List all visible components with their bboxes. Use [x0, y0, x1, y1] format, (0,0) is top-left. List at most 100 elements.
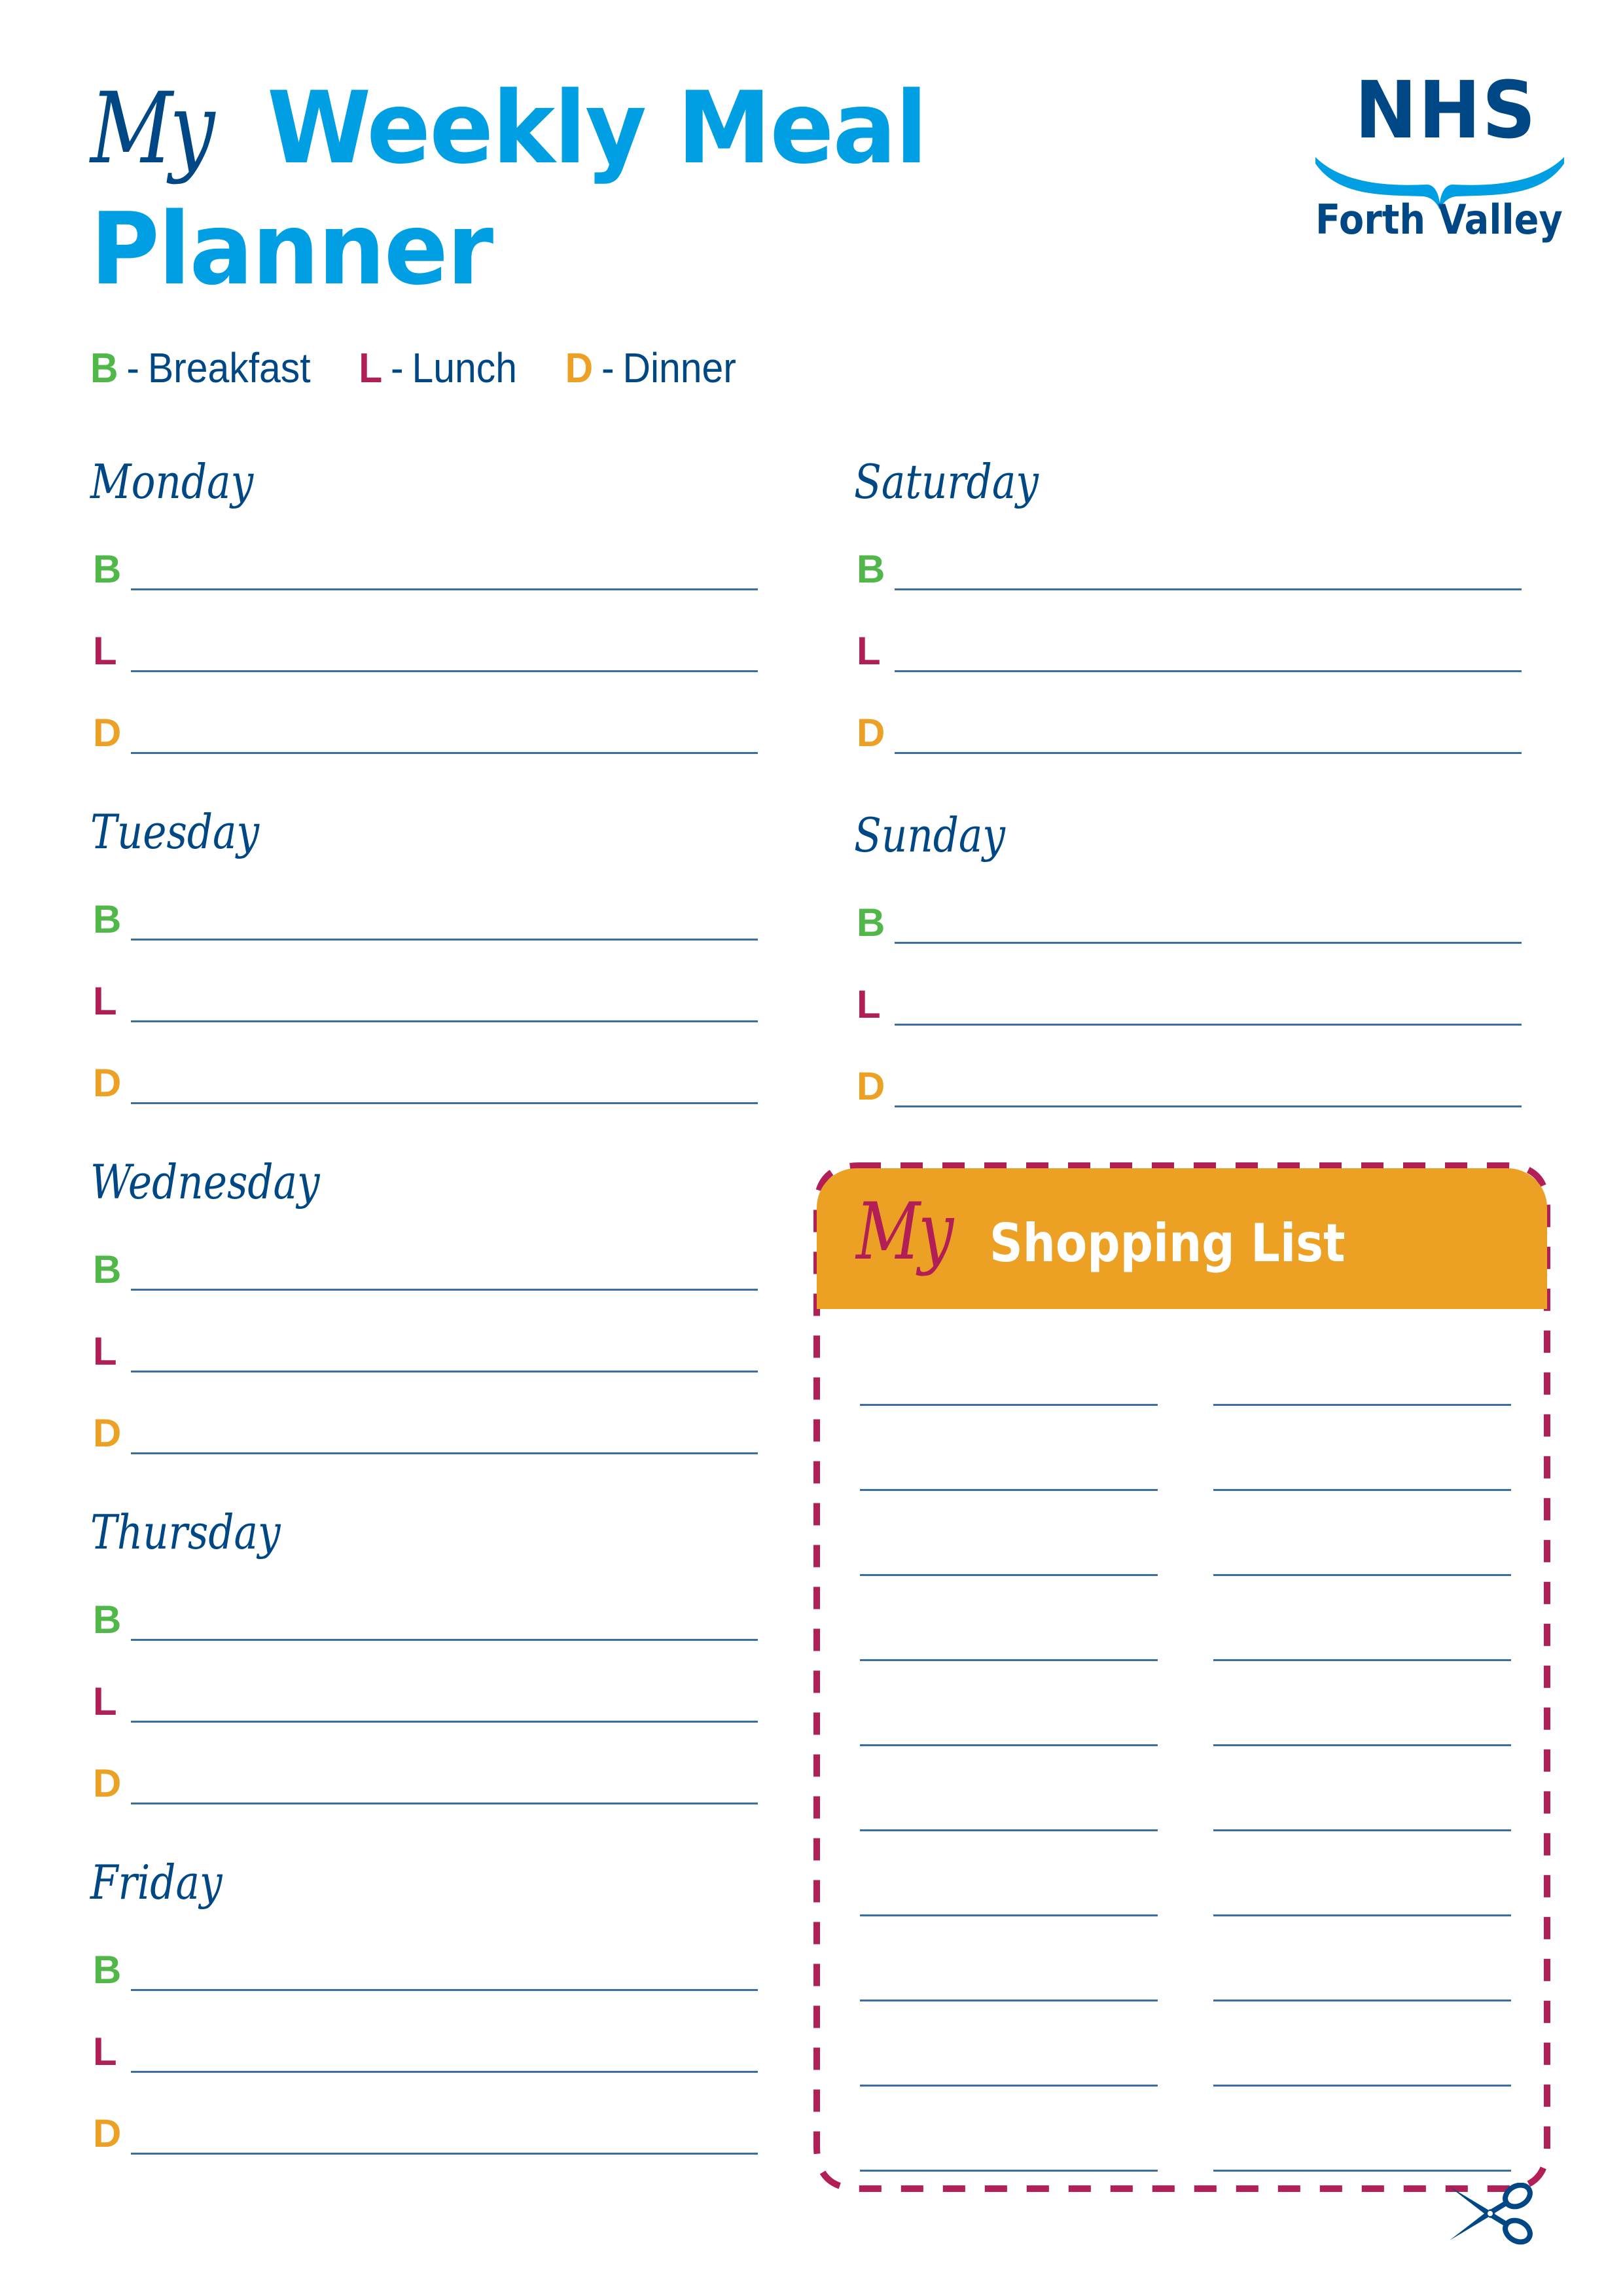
meal-letter: B [93, 547, 122, 591]
meal-entry-line[interactable] [131, 939, 758, 941]
meal-entry-line[interactable] [895, 1024, 1522, 1026]
meal-entry-line[interactable] [895, 670, 1522, 672]
shopping-list-entry-line[interactable] [1213, 1574, 1511, 1576]
legend-lunch: L - Lunch [359, 344, 517, 392]
day-thursday: Thursday B L D [90, 1509, 758, 1849]
meal-row[interactable]: B [90, 1944, 758, 1991]
shopping-list-entry-line[interactable] [1213, 1744, 1511, 1746]
legend-label: Lunch [412, 344, 517, 391]
meal-letter: L [93, 979, 117, 1023]
meal-entry-line[interactable] [131, 1639, 758, 1641]
meal-row[interactable]: L [90, 975, 758, 1023]
meal-letter: L [857, 982, 881, 1026]
shopping-list-entry-line[interactable] [1213, 1489, 1511, 1491]
meal-letter: D [857, 711, 885, 755]
meal-entry-line[interactable] [131, 1020, 758, 1022]
meal-letter: L [93, 2030, 117, 2073]
day-wednesday: Wednesday B L D [90, 1158, 758, 1499]
day-friday: Friday B L D [90, 1859, 758, 2199]
meal-entry-line[interactable] [895, 588, 1522, 590]
shopping-list-entry-line[interactable] [860, 1829, 1158, 1831]
meal-entry-line[interactable] [131, 1989, 758, 1991]
meal-row[interactable]: B [90, 893, 758, 941]
shopping-list-entry-line[interactable] [860, 1489, 1158, 1491]
meal-row[interactable]: L [90, 1676, 758, 1723]
shopping-list-entry-line[interactable] [1213, 1829, 1511, 1831]
meal-row[interactable]: L [90, 1325, 758, 1373]
meal-entry-line[interactable] [131, 1371, 758, 1372]
meal-row[interactable]: L [854, 625, 1522, 672]
meal-letter: D [93, 711, 122, 755]
meal-row[interactable]: B [90, 1244, 758, 1291]
shopping-list-entry-line[interactable] [860, 1744, 1158, 1746]
meal-row[interactable]: D [90, 2108, 758, 2155]
shopping-list-entry-line[interactable] [1213, 2000, 1511, 2001]
shopping-list-entry-line[interactable] [860, 1404, 1158, 1406]
meal-row[interactable]: D [90, 1407, 758, 1455]
shopping-list-entry-line[interactable] [860, 2085, 1158, 2087]
shopping-list-my: My [856, 1187, 954, 1278]
page-title-line2: Planner [90, 191, 493, 307]
meal-row[interactable]: D [90, 1057, 758, 1104]
shopping-list-entry-line[interactable] [860, 1914, 1158, 1916]
meal-entry-line[interactable] [131, 1452, 758, 1454]
meal-row[interactable]: D [854, 1060, 1522, 1108]
meal-letter: D [857, 1064, 885, 1108]
meal-row[interactable]: B [90, 1594, 758, 1641]
meal-letter: B [857, 901, 885, 944]
meal-row[interactable]: D [90, 707, 758, 755]
shopping-list-entry-line[interactable] [1213, 1914, 1511, 1916]
legend-label: Breakfast [147, 344, 311, 391]
meal-entry-line[interactable] [131, 2153, 758, 2155]
day-tuesday: Tuesday B L D [90, 808, 758, 1149]
meal-letter: L [93, 1329, 117, 1373]
shopping-list-entry-line[interactable] [1213, 2085, 1511, 2087]
meal-row[interactable]: B [854, 543, 1522, 591]
meal-entry-line[interactable] [131, 588, 758, 590]
legend-separator: - [391, 344, 404, 391]
shopping-list-entry-line[interactable] [860, 1659, 1158, 1661]
shopping-list-entry-line[interactable] [860, 2170, 1158, 2172]
legend-label: Dinner [622, 344, 736, 391]
meal-entry-line[interactable] [895, 1105, 1522, 1107]
meal-row[interactable]: B [90, 543, 758, 591]
day-monday: Monday B L D [90, 458, 758, 798]
legend-letter: B [90, 344, 118, 391]
meal-letter: L [93, 629, 117, 673]
meal-entry-line[interactable] [895, 752, 1522, 754]
shopping-list-entry-line[interactable] [1213, 1404, 1511, 1406]
meal-entry-line[interactable] [131, 1102, 758, 1104]
meal-row[interactable]: L [90, 625, 758, 673]
meal-entry-line[interactable] [895, 942, 1522, 944]
meal-entry-line[interactable] [131, 752, 758, 754]
shopping-list-entry-line[interactable] [860, 2000, 1158, 2001]
meal-entry-line[interactable] [131, 2071, 758, 2073]
shopping-list-entry-line[interactable] [1213, 2170, 1511, 2172]
day-heading: Sunday [854, 808, 1006, 863]
shopping-list-entry-line[interactable] [1213, 1659, 1511, 1661]
meal-row[interactable]: B [854, 897, 1522, 944]
meal-row[interactable]: D [854, 707, 1522, 755]
meal-letter: L [93, 1679, 117, 1723]
meal-letter: B [93, 897, 122, 941]
meal-row[interactable]: L [90, 2026, 758, 2073]
legend-separator: - [601, 344, 615, 391]
day-sunday: Sunday B L D [854, 812, 1522, 1152]
meal-row[interactable]: D [90, 1757, 758, 1804]
nhs-forth-valley-logo: NHS Forth Valley [1315, 72, 1564, 262]
legend-breakfast: B - Breakfast [90, 344, 311, 392]
meal-row[interactable]: L [854, 978, 1522, 1026]
meal-entry-line[interactable] [131, 670, 758, 672]
meal-entry-line[interactable] [131, 1803, 758, 1804]
day-heading: Saturday [854, 454, 1039, 509]
legend-dinner: D - Dinner [565, 344, 736, 392]
meal-letter: B [93, 1598, 122, 1641]
day-heading: Thursday [90, 1505, 281, 1560]
meal-letter: B [857, 547, 885, 591]
title-my: My [90, 72, 215, 186]
meal-entry-line[interactable] [131, 1721, 758, 1723]
shopping-list-card: My Shopping List [813, 1162, 1551, 2193]
shopping-list-entry-line[interactable] [860, 1574, 1158, 1576]
meal-entry-line[interactable] [131, 1289, 758, 1291]
meal-letter: D [93, 1411, 122, 1455]
